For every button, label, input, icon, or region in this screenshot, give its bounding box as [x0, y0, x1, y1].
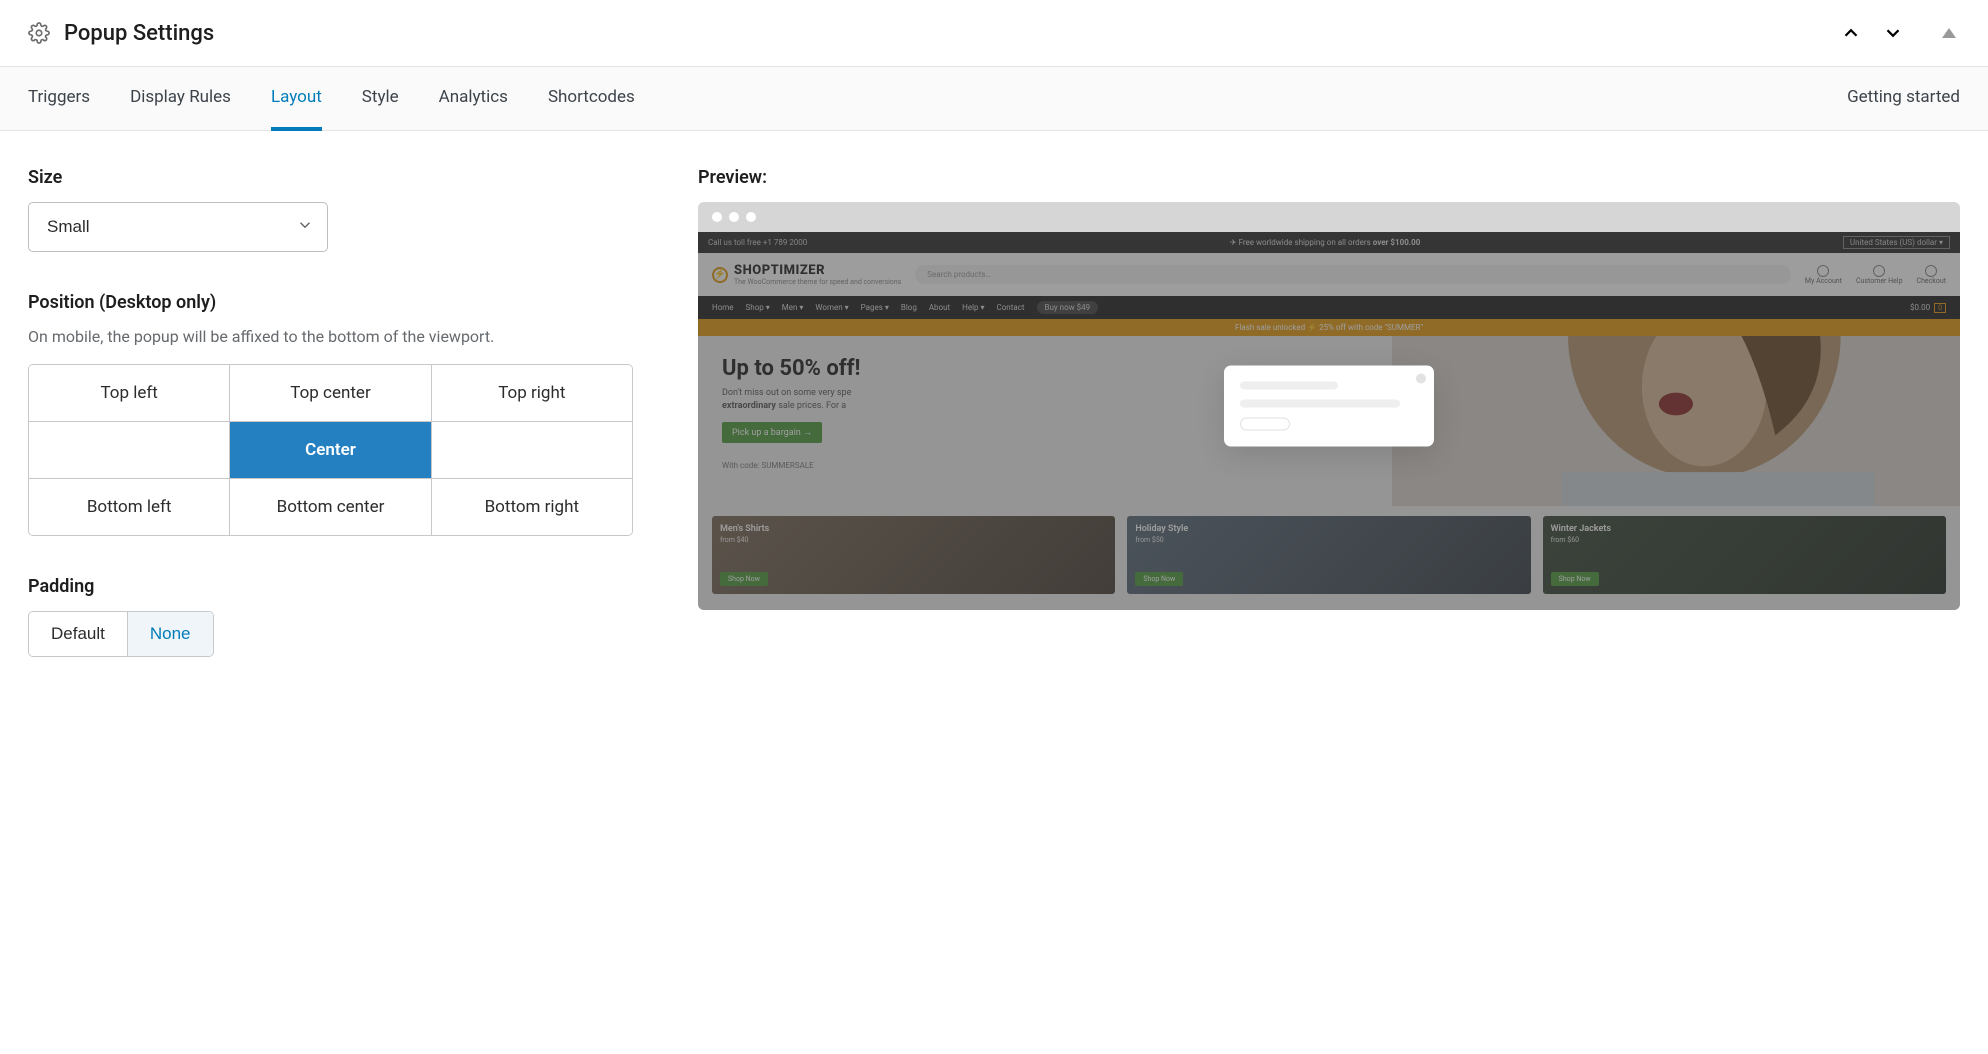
getting-started-link[interactable]: Getting started	[1847, 67, 1960, 131]
popup-skeleton-line	[1240, 399, 1400, 407]
move-down-button[interactable]	[1878, 18, 1908, 48]
collapse-toggle[interactable]	[1920, 24, 1960, 42]
padding-none[interactable]: None	[127, 612, 213, 656]
padding-label: Padding	[28, 576, 658, 597]
tab-display-rules[interactable]: Display Rules	[130, 67, 231, 131]
position-top-right[interactable]: Top right	[431, 365, 632, 421]
panel-header: Popup Settings	[0, 0, 1988, 67]
position-middle-right[interactable]	[431, 421, 632, 478]
position-top-center[interactable]: Top center	[229, 365, 430, 421]
position-grid: Top left Top center Top right Center Bot…	[28, 364, 633, 536]
size-select[interactable]: Small	[28, 202, 328, 252]
move-up-button[interactable]	[1836, 18, 1866, 48]
position-label: Position (Desktop only)	[28, 292, 658, 313]
popup-skeleton-button	[1240, 417, 1290, 430]
settings-column: Size Small Position (Desktop only) On mo…	[28, 167, 658, 657]
browser-dots	[698, 202, 1960, 232]
close-icon	[1416, 373, 1426, 383]
position-bottom-left[interactable]: Bottom left	[29, 478, 229, 535]
size-label: Size	[28, 167, 658, 188]
tab-style[interactable]: Style	[362, 67, 399, 131]
preview-inner: Call us toll free +1 789 2000 ✈ Free wor…	[698, 232, 1960, 610]
position-bottom-right[interactable]: Bottom right	[431, 478, 632, 535]
popup-skeleton-line	[1240, 381, 1338, 389]
triangle-up-icon	[1942, 28, 1956, 38]
preview-label: Preview:	[698, 167, 1960, 188]
tab-triggers[interactable]: Triggers	[28, 67, 90, 131]
tab-shortcodes[interactable]: Shortcodes	[548, 67, 635, 131]
position-top-left[interactable]: Top left	[29, 365, 229, 421]
position-bottom-center[interactable]: Bottom center	[229, 478, 430, 535]
padding-group: Default None	[28, 611, 214, 657]
tab-layout[interactable]: Layout	[271, 67, 322, 131]
size-select-wrap: Small	[28, 202, 328, 252]
content-area: Size Small Position (Desktop only) On mo…	[0, 131, 1988, 693]
panel-title: Popup Settings	[64, 21, 214, 46]
tab-analytics[interactable]: Analytics	[439, 67, 508, 131]
position-help: On mobile, the popup will be affixed to …	[28, 327, 658, 346]
gear-icon	[28, 22, 50, 44]
position-middle-left[interactable]	[29, 421, 229, 478]
preview-frame: Call us toll free +1 789 2000 ✈ Free wor…	[698, 202, 1960, 610]
position-center[interactable]: Center	[229, 421, 430, 478]
preview-column: Preview: Call us toll free +1 789 2000 ✈…	[698, 167, 1960, 657]
tab-bar: Triggers Display Rules Layout Style Anal…	[0, 67, 1988, 131]
popup-preview	[1224, 365, 1434, 446]
padding-default[interactable]: Default	[29, 612, 127, 656]
